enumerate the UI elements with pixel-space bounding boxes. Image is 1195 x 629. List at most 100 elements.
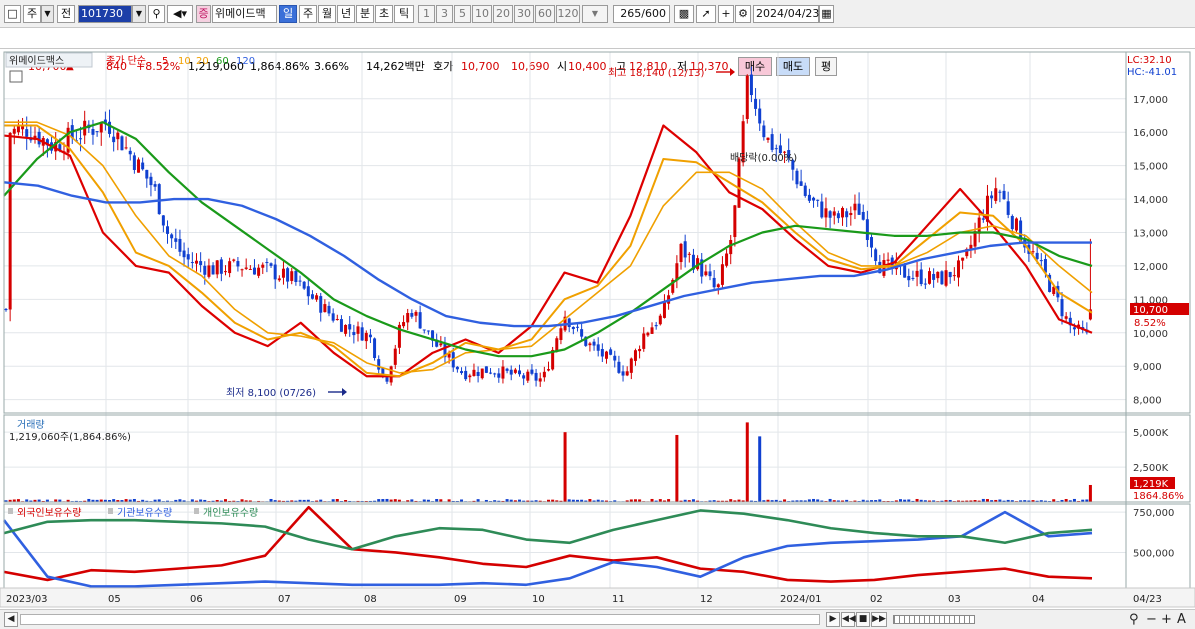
period-minute-button[interactable]: 분 (356, 5, 374, 23)
period-tick-button[interactable]: 틱 (394, 5, 414, 23)
interval-button[interactable]: 120 (556, 5, 580, 23)
interval-button[interactable]: 5 (454, 5, 471, 23)
interval-label: 120 (557, 7, 579, 20)
candle-body (460, 371, 464, 374)
stock-name-field[interactable]: 위메이드맥 (212, 5, 277, 23)
candle-body (907, 276, 911, 281)
candle-body (886, 259, 890, 261)
candle-body (1014, 218, 1018, 231)
chart-scroll-bar: ◀ ▶ ◀◀ ■ ▶▶ ⚲ − + A (0, 609, 1195, 629)
candle-body (364, 332, 368, 342)
gear-icon[interactable]: ⚙ (735, 5, 751, 23)
y-tick-label: 12,000 (1133, 262, 1168, 273)
interval-button[interactable]: 20 (493, 5, 513, 23)
scroll-right-icon[interactable]: ▶ (826, 612, 840, 627)
font-size-icon[interactable]: A (1177, 611, 1186, 628)
candle-body (286, 268, 290, 282)
candle-body (952, 275, 956, 277)
candle-body (290, 271, 294, 281)
candle-body (799, 181, 803, 186)
interval-button[interactable]: 30 (514, 5, 534, 23)
candle-body (190, 262, 194, 264)
menu-icon[interactable]: □ (4, 5, 21, 23)
candle-body (302, 281, 306, 289)
interval-button[interactable]: 10 (472, 5, 492, 23)
volume-bar (1088, 484, 1092, 502)
candle-body (861, 211, 865, 220)
candle-body (679, 243, 683, 263)
candle-body (489, 372, 493, 374)
interval-button[interactable]: 60 (535, 5, 555, 23)
prev-button[interactable]: 전 (57, 5, 75, 23)
candle-body (108, 121, 112, 134)
speaker-icon[interactable]: ◀▾ (167, 5, 193, 23)
candle-body (298, 280, 302, 282)
ma-period-label: 120 (236, 56, 255, 67)
candle-body (758, 108, 762, 124)
candle-body (592, 341, 596, 346)
rewind-icon[interactable]: ◀◀ (841, 612, 856, 627)
zoom-button[interactable]: + (718, 5, 734, 23)
candle-body (936, 271, 940, 279)
candle-body (406, 313, 410, 323)
candle-body (650, 327, 654, 334)
interval-dropdown-icon[interactable]: ▼ (582, 5, 608, 23)
candle-body (153, 184, 157, 187)
calendar-icon[interactable]: ▦ (819, 5, 834, 23)
candle-body (919, 269, 923, 285)
ma-period-label: 10 (178, 56, 191, 67)
stop-icon[interactable]: ■ (856, 612, 870, 627)
y-tick-label: 16,000 (1133, 128, 1168, 139)
candle-body (1072, 327, 1076, 330)
date-input[interactable]: 2024/04/23 (753, 5, 819, 23)
x-tick-label: 12 (700, 594, 713, 605)
search-icon[interactable]: ⚲ (148, 5, 165, 23)
search-icon[interactable]: ⚲ (1129, 611, 1139, 628)
zoom-slider[interactable] (893, 615, 975, 624)
candle-body (662, 301, 666, 318)
candle-body (518, 370, 522, 375)
period-month-button[interactable]: 월 (318, 5, 336, 23)
bar-chart-icon[interactable]: ▩ (674, 5, 694, 23)
x-tick-label: 10 (532, 594, 545, 605)
plus-icon[interactable]: + (1161, 611, 1172, 628)
compare-glyph: 증 (198, 7, 209, 20)
fast-forward-icon[interactable]: ▶▶ (871, 612, 887, 627)
candle-body (948, 271, 952, 278)
period-day-button[interactable]: 일 (279, 5, 297, 23)
minus-icon[interactable]: − (1146, 611, 1157, 628)
holdings-lines (2, 505, 1093, 588)
period-year-button[interactable]: 년 (337, 5, 355, 23)
count-value: 265 (620, 7, 642, 20)
scroll-track[interactable] (20, 614, 820, 625)
interval-button[interactable]: 3 (436, 5, 453, 23)
x-tick-label: 11 (612, 594, 625, 605)
candle-body (199, 261, 203, 266)
candle-body (157, 184, 161, 215)
holdings-legend-label: 외국인보유수량 (17, 507, 81, 519)
volume-tick-label: 5,000K (1133, 428, 1169, 439)
period-week-button[interactable]: 주 (299, 5, 317, 23)
x-tick-label: 07 (278, 594, 291, 605)
draw-tool-icon[interactable]: ➚ (696, 5, 716, 23)
candle-body (762, 125, 766, 138)
low-annotation: 최저 8,100 (07/26) (226, 387, 316, 399)
candle-body (687, 253, 691, 255)
low-arrow-head (342, 388, 347, 396)
candle-body (923, 283, 927, 285)
candle-body (621, 371, 625, 376)
period-second-button[interactable]: 초 (375, 5, 393, 23)
stock-code-input[interactable]: 101730 (78, 5, 132, 23)
code-dropdown-icon[interactable]: ▼ (132, 5, 146, 23)
interval-button[interactable]: 1 (418, 5, 435, 23)
candle-body (658, 315, 662, 325)
stock-chart[interactable]: 2023/03 05 06 07 08 09 10 11 12 2024/01 02 03 04 04/2… (0, 50, 1195, 609)
count-field[interactable]: 265/600 (613, 5, 670, 23)
candle-body (629, 358, 633, 373)
scroll-left-icon[interactable]: ◀ (4, 612, 18, 627)
candle-body (542, 371, 546, 378)
candle-body (646, 332, 650, 336)
chevron-down-icon[interactable]: ▼ (41, 5, 54, 23)
type-select[interactable]: 주 (23, 5, 41, 23)
compare-button[interactable]: 증 (196, 5, 211, 23)
